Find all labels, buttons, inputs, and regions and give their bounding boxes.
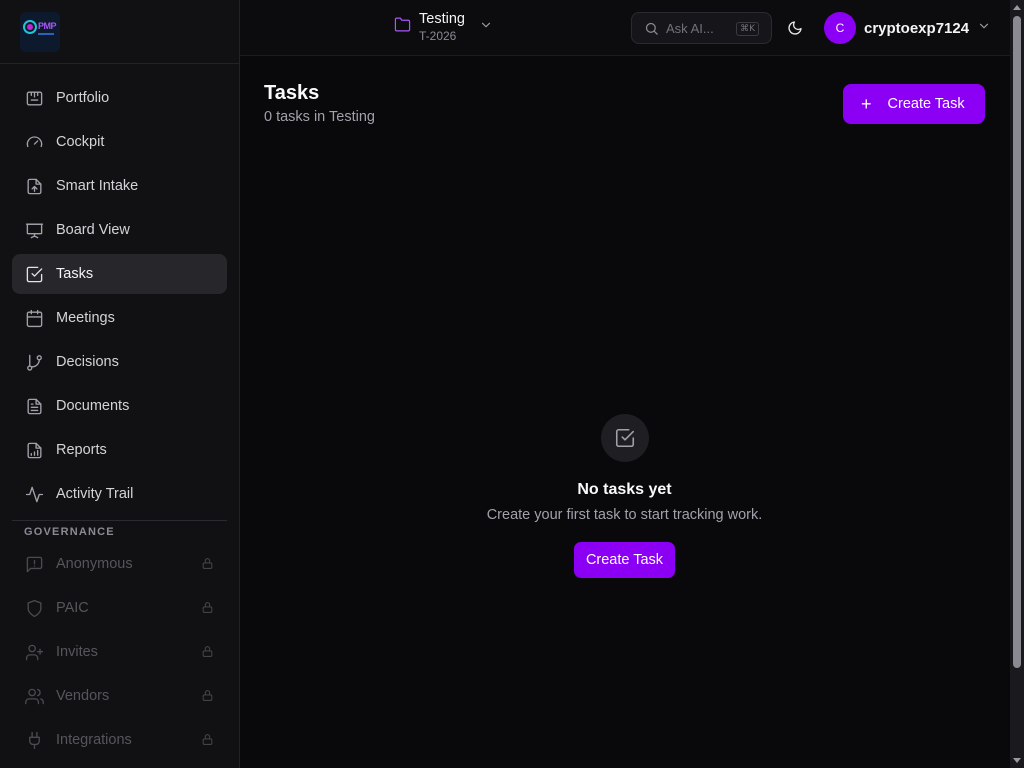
sidebar-item-invites[interactable]: Invites (12, 632, 227, 672)
sidebar-item-activity-trail[interactable]: Activity Trail (12, 474, 227, 514)
sidebar-item-decisions[interactable]: Decisions (12, 342, 227, 382)
lock-icon (201, 645, 215, 659)
lock-icon (201, 689, 215, 703)
sidebar-item-paic[interactable]: PAIC (12, 588, 227, 628)
activity-icon (24, 484, 44, 504)
empty-state-subtitle: Create your first task to start tracking… (486, 507, 763, 523)
sidebar-item-documents[interactable]: Documents (12, 386, 227, 426)
git-branch-icon (24, 352, 44, 372)
presentation-icon (24, 220, 44, 240)
empty-state-icon (601, 414, 649, 462)
sidebar-item-label: Board View (56, 222, 130, 238)
main-nav: Portfolio Cockpit Smart Intake Board Vie… (12, 78, 227, 518)
sidebar-item-smart-intake[interactable]: Smart Intake (12, 166, 227, 206)
project-switcher[interactable]: Testing T-2026 (394, 10, 493, 44)
ask-ai-search[interactable]: ⌘K (631, 12, 772, 44)
sidebar-item-label: Activity Trail (56, 486, 134, 502)
sidebar-item-integrations[interactable]: Integrations (12, 720, 227, 760)
user-menu[interactable]: C cryptoexp7124 (824, 12, 991, 44)
lock-icon (201, 601, 215, 615)
sidebar-item-portfolio[interactable]: Portfolio (12, 78, 227, 118)
sidebar-item-label: Smart Intake (56, 178, 139, 194)
folder-icon (394, 16, 411, 38)
page-title: Tasks (264, 82, 320, 104)
file-upload-icon (24, 176, 44, 196)
project-name: Testing (419, 11, 465, 27)
scroll-up-arrow[interactable] (1013, 5, 1021, 10)
app-logo[interactable]: PMP (20, 11, 60, 52)
scrollbar[interactable] (1010, 0, 1024, 768)
sidebar-divider (12, 520, 227, 521)
sidebar-item-reports[interactable]: Reports (12, 430, 227, 470)
sidebar-item-anonymous[interactable]: Anonymous (12, 544, 227, 584)
sidebar: PMP Portfolio Cockpit Smart Intake Board… (0, 0, 240, 768)
sidebar-item-label: Invites (56, 644, 98, 660)
lock-icon (201, 557, 215, 571)
empty-create-task-button[interactable]: Create Task (574, 542, 675, 578)
sidebar-item-label: Anonymous (56, 556, 133, 572)
sidebar-item-cockpit[interactable]: Cockpit (12, 122, 227, 162)
user-plus-icon (24, 642, 44, 662)
calendar-icon (24, 308, 44, 328)
top-header: Testing T-2026 ⌘K C cryptoexp7124 (240, 0, 1010, 56)
users-icon (24, 686, 44, 706)
search-input[interactable] (666, 20, 736, 36)
sidebar-item-meetings[interactable]: Meetings (12, 298, 227, 338)
sidebar-item-label: Cockpit (56, 134, 105, 150)
sidebar-item-label: Portfolio (56, 90, 110, 106)
sidebar-item-board-view[interactable]: Board View (12, 210, 227, 250)
theme-toggle-button[interactable] (783, 16, 807, 40)
scrollbar-thumb[interactable] (1013, 16, 1021, 668)
checkbox-icon (24, 264, 44, 284)
sidebar-item-tasks[interactable]: Tasks (12, 254, 227, 294)
sidebar-item-label: PAIC (56, 600, 89, 616)
sidebar-item-label: Vendors (56, 688, 110, 704)
sidebar-item-label: Documents (56, 398, 130, 414)
gauge-icon (24, 132, 44, 152)
sidebar-item-label: Integrations (56, 732, 132, 748)
chevron-down-icon (977, 19, 991, 38)
lock-icon (201, 733, 215, 747)
sidebar-item-label: Meetings (56, 310, 115, 326)
moon-icon (788, 21, 802, 35)
sidebar-item-vendors[interactable]: Vendors (12, 676, 227, 716)
portfolio-icon (24, 88, 44, 108)
scroll-down-arrow[interactable] (1013, 758, 1021, 763)
document-icon (24, 396, 44, 416)
sidebar-item-label: Decisions (56, 354, 119, 370)
create-task-button[interactable]: + Create Task (843, 84, 985, 124)
governance-heading: GOVERNANCE (24, 526, 115, 538)
sidebar-item-label: Tasks (56, 266, 94, 282)
report-icon (24, 440, 44, 460)
empty-state-title: No tasks yet (577, 481, 672, 498)
shield-icon (24, 598, 44, 618)
chevron-down-icon (479, 18, 493, 37)
checkbox-icon (615, 428, 635, 448)
plug-icon (24, 730, 44, 750)
username: cryptoexp7124 (864, 19, 970, 37)
logo-area: PMP (0, 0, 239, 64)
search-icon (645, 22, 658, 35)
governance-nav: Anonymous PAIC Invites Vendors Integrati… (12, 544, 227, 764)
page-subtitle: 0 tasks in Testing (264, 109, 375, 125)
plus-icon: + (861, 94, 872, 114)
create-task-label: Create Task (887, 96, 965, 112)
avatar: C (824, 12, 856, 44)
sidebar-item-label: Reports (56, 442, 107, 458)
message-alert-icon (24, 554, 44, 574)
project-code: T-2026 (419, 29, 457, 43)
shortcut-hint: ⌘K (736, 22, 759, 36)
